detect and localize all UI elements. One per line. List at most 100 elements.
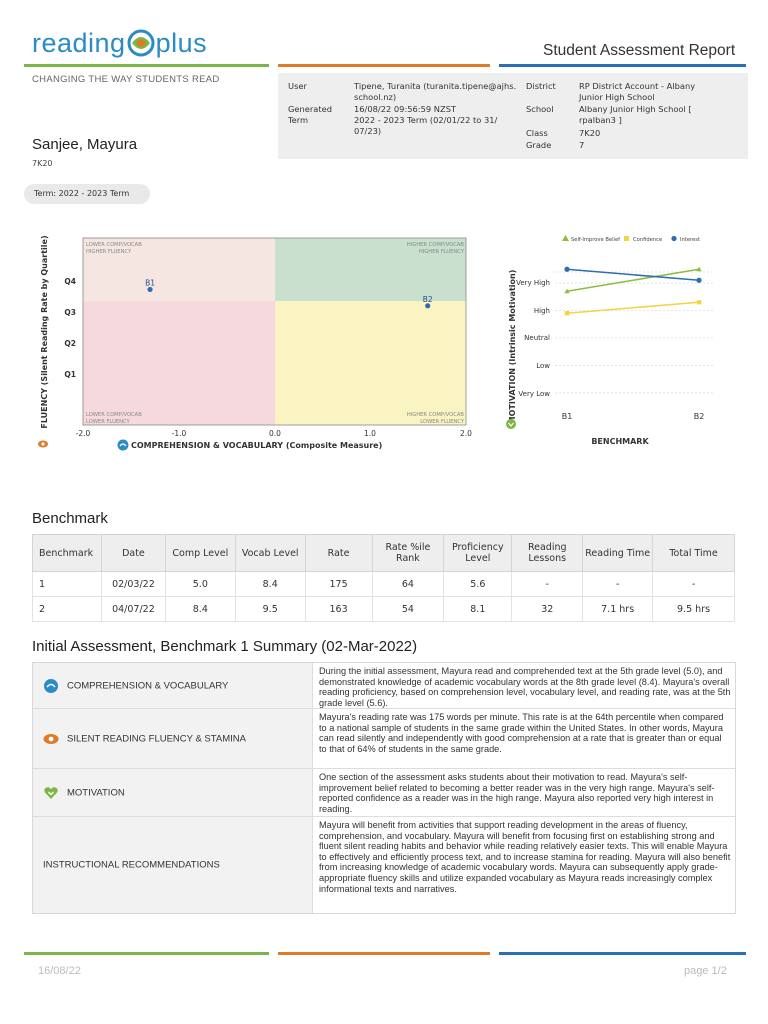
x-tick-2: 2.0 — [460, 429, 472, 438]
comprehension-book-icon — [44, 678, 58, 693]
scatter-point-label-b2: B2 — [423, 295, 433, 304]
meta-term-label: Term — [288, 115, 309, 125]
x-tick-1: 1.0 — [364, 429, 376, 438]
table-cell: 8.4 — [164, 596, 236, 622]
summary-row-fluency: SILENT READING FLUENCY & STAMINA Mayura'… — [33, 709, 735, 769]
y-tick-low: Low — [536, 362, 550, 370]
y-tick-neutral: Neutral — [524, 334, 550, 342]
scatter-point-b2 — [425, 303, 431, 309]
table-cell: 5.0 — [164, 571, 236, 597]
table-cell: 32 — [511, 596, 584, 622]
summary-text-comprehension: During the initial assessment, Mayura re… — [319, 666, 731, 708]
series-line-self-improve-belief — [566, 268, 700, 293]
motivation-gridlines — [555, 271, 715, 394]
summary-section-title: Initial Assessment, Benchmark 1 Summary … — [32, 638, 418, 655]
table-row: 2 04/07/22 8.4 9.5 163 54 8.1 32 7.1 hrs… — [32, 596, 735, 622]
table-cell: 163 — [304, 596, 373, 622]
motivation-x-axis-label: BENCHMARK — [591, 437, 649, 446]
footer-date: 16/08/22 — [38, 965, 81, 977]
motivation-legend: Self-Improve Belief Confidence Interest — [562, 235, 700, 243]
table-cell: 04/07/22 — [100, 596, 166, 622]
x-tick-0: 0.0 — [269, 429, 281, 438]
summary-label-fluency: SILENT READING FLUENCY & STAMINA — [67, 733, 246, 744]
table-cell: - — [511, 571, 584, 597]
quadrant-tr-label-line2: HIGHER FLUENCY — [419, 249, 465, 255]
benchmark-header-row: Benchmark Date Comp Level Vocab Level Ra… — [32, 534, 735, 572]
logo-text-plus: plus — [155, 28, 208, 58]
col-header-rate-rank: Rate %ile Rank — [371, 534, 445, 572]
summary-label-motivation: MOTIVATION — [67, 787, 125, 798]
quadrant-bl-label-line1: LOWER COMP/VOCAB — [86, 412, 142, 418]
table-cell: 9.5 — [234, 596, 306, 622]
col-header-rate: Rate — [304, 534, 373, 572]
legend-label-confidence: Confidence — [633, 237, 662, 243]
summary-table: COMPREHENSION & VOCABULARY During the in… — [32, 662, 736, 914]
x-tick-minus1: -1.0 — [172, 429, 187, 438]
meta-district-value: RP District Account - Albany Junior High… — [579, 81, 696, 103]
logo-mark-icon — [127, 29, 155, 57]
benchmark-table: Benchmark Date Comp Level Vocab Level Ra… — [32, 534, 735, 622]
quadrant-tl-label-line1: LOWER COMP/VOCAB — [86, 242, 142, 248]
summary-text-fluency: Mayura's reading rate was 175 words per … — [319, 712, 724, 754]
table-cell: 8.1 — [443, 596, 513, 622]
header-bar-blue — [499, 64, 746, 67]
quadrant-x-axis-label: COMPREHENSION & VOCABULARY (Composite Me… — [131, 441, 382, 450]
fluency-eye-icon — [43, 733, 59, 744]
col-header-proficiency: Proficiency Level — [443, 534, 513, 572]
fluency-eye-icon — [38, 440, 48, 448]
table-cell: 9.5 hrs — [652, 596, 735, 622]
summary-row-recommendations: INSTRUCTIONAL RECOMMENDATIONS Mayura wil… — [33, 817, 735, 913]
y-tick-q1: Q1 — [64, 370, 76, 379]
term-pill[interactable]: Term: 2022 - 2023 Term — [24, 184, 150, 204]
legend-label-interest: Interest — [680, 237, 700, 243]
legend-label-self-improve: Self-Improve Belief — [571, 237, 620, 243]
table-cell: 175 — [304, 571, 373, 597]
quadrant-bottom-right — [275, 301, 466, 425]
table-row: 1 02/03/22 5.0 8.4 175 64 5.6 - - - — [32, 571, 735, 597]
summary-label-recommendations: INSTRUCTIONAL RECOMMENDATIONS — [43, 859, 220, 871]
reading-plus-logo: reading plus — [32, 28, 207, 59]
quadrant-bl-label-line2: LOWER FLUENCY — [86, 419, 131, 425]
x-tick-b2: B2 — [694, 412, 705, 421]
scatter-point-label-b1: B1 — [145, 278, 155, 287]
y-tick-very-high: Very High — [516, 279, 550, 287]
series-line-interest — [566, 268, 700, 282]
summary-label-comprehension: COMPREHENSION & VOCABULARY — [67, 680, 229, 691]
student-class: 7K20 — [32, 159, 53, 168]
footer-bar-orange — [278, 952, 490, 955]
summary-row-comprehension: COMPREHENSION & VOCABULARY During the in… — [33, 663, 735, 709]
quadrant-tr-label-line1: HIGHER COMP/VOCAB — [407, 242, 465, 248]
col-header-date: Date — [100, 534, 166, 572]
meta-generated-value: 16/08/22 09:56:59 NZST — [354, 104, 457, 114]
comprehension-book-icon — [117, 439, 129, 451]
table-cell: 7.1 hrs — [582, 596, 654, 622]
col-header-reading-time: Reading Time — [582, 534, 654, 572]
summary-text-motivation: One section of the assessment asks stude… — [319, 772, 715, 814]
report-title: Student Assessment Report — [543, 42, 736, 59]
legend-marker-self-improve — [562, 235, 569, 241]
motivation-series-group — [564, 266, 702, 316]
benchmark-section-title: Benchmark — [32, 510, 108, 527]
col-header-total-time: Total Time — [652, 534, 735, 572]
meta-term-value: 2022 - 2023 Term (02/01/22 to 31/ 07/23) — [354, 115, 498, 137]
quadrant-tl-label-line2: HIGHER FLUENCY — [86, 249, 132, 255]
meta-class-value: 7K20 — [579, 128, 601, 138]
report-meta-box: User Tipene, Turanita (turanita.tipene@a… — [278, 73, 748, 159]
col-header-benchmark: Benchmark — [32, 534, 102, 572]
meta-school-label: School — [526, 104, 554, 114]
table-cell: 64 — [371, 571, 445, 597]
series-point-interest-b1 — [564, 266, 570, 272]
y-tick-q2: Q2 — [64, 339, 76, 348]
y-tick-very-low: Very Low — [518, 390, 550, 398]
series-line-confidence — [566, 301, 700, 315]
header-bar-orange — [278, 64, 490, 67]
fluency-comprehension-quadrant-chart: LOWER COMP/VOCAB HIGHER FLUENCY HIGHER C… — [38, 235, 472, 451]
x-tick-b1: B1 — [562, 412, 573, 421]
summary-text-recommendations: Mayura will benefit from activities that… — [319, 820, 731, 894]
meta-grade-value: 7 — [579, 140, 585, 150]
quadrant-br-label-line2: LOWER FLUENCY — [420, 419, 465, 425]
quadrant-y-axis-label: FLUENCY (Silent Reading Rate by Quartile… — [40, 235, 49, 428]
motivation-heart-icon — [506, 419, 516, 429]
table-cell: 8.4 — [234, 571, 306, 597]
meta-user-label: User — [288, 81, 307, 91]
